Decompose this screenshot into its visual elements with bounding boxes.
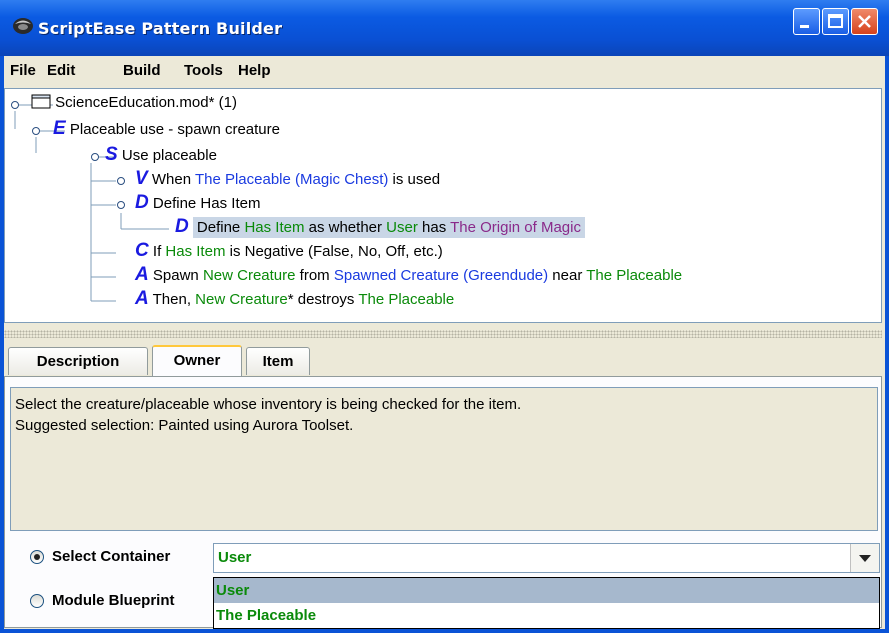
- action2-placeable: The Placeable: [358, 291, 455, 308]
- module-blueprint-label: Module Blueprint: [52, 592, 175, 609]
- condition-var: Has Item: [165, 243, 226, 260]
- description-text: Select the creature/placeable whose inve…: [10, 387, 878, 531]
- situation-icon: S: [105, 144, 118, 165]
- event-icon: V: [135, 168, 148, 189]
- event-target: The Placeable (Magic Chest): [194, 171, 389, 188]
- menu-edit[interactable]: Edit: [47, 62, 75, 79]
- tree-encounter[interactable]: E Placeable use - spawn creature: [53, 118, 280, 140]
- encounter-icon: E: [53, 118, 66, 139]
- window-title: ScriptEase Pattern Builder: [38, 19, 283, 38]
- action1-near: near: [548, 267, 587, 284]
- split-pane-divider[interactable]: [4, 330, 882, 338]
- define-pre: Define: [196, 219, 245, 236]
- maximize-button[interactable]: [822, 8, 849, 35]
- action2-new: New Creature: [195, 291, 288, 308]
- tab-owner[interactable]: Owner: [152, 345, 242, 377]
- select-container-label: Select Container: [52, 548, 171, 565]
- define-item: The Origin of Magic: [450, 219, 581, 236]
- menu-tools[interactable]: Tools: [184, 62, 223, 79]
- radio-unselected-icon[interactable]: [30, 594, 44, 608]
- action-icon: A: [135, 288, 149, 309]
- combo-dropdown-button[interactable]: [850, 544, 879, 572]
- tree-event[interactable]: V When The Placeable (Magic Chest) is us…: [135, 168, 440, 190]
- description-line-2: Suggested selection: Painted using Auror…: [15, 417, 354, 434]
- define-selected: Define Has Item as whether User has The …: [192, 217, 585, 238]
- situation-label: Use placeable: [121, 147, 217, 164]
- combo-option[interactable]: User: [214, 578, 879, 603]
- close-button[interactable]: [851, 8, 878, 35]
- define-who: User: [386, 219, 418, 236]
- menu-help[interactable]: Help: [238, 62, 271, 79]
- folder-icon: [31, 94, 51, 109]
- tree-action-spawn[interactable]: A Spawn New Creature from Spawned Creatu…: [135, 264, 682, 286]
- radio-selected-icon[interactable]: [30, 550, 44, 564]
- define-group-icon: D: [135, 192, 149, 213]
- encounter-label: Placeable use - spawn creature: [69, 121, 280, 138]
- menu-bar: File Edit Build Tools Help: [4, 56, 885, 86]
- action1-new: New Creature: [202, 267, 296, 284]
- combo-dropdown-list: User The Placeable: [213, 577, 880, 629]
- combo-option[interactable]: The Placeable: [214, 603, 879, 628]
- define-group-label: Define Has Item: [152, 195, 261, 212]
- condition-post: is Negative (False, No, Off, etc.): [225, 243, 443, 260]
- tree-define[interactable]: D Define Has Item as whether User has Th…: [175, 216, 585, 238]
- chevron-down-icon: [859, 555, 871, 562]
- condition-icon: C: [135, 240, 149, 261]
- menu-file[interactable]: File: [10, 62, 36, 79]
- action1-from: from: [295, 267, 334, 284]
- define-var: Has Item: [244, 219, 305, 236]
- title-bar[interactable]: ScriptEase Pattern Builder: [0, 0, 889, 56]
- define-has: has: [417, 219, 451, 236]
- tree-root-label: ScienceEducation.mod* (1): [55, 94, 237, 111]
- tree-situation[interactable]: S Use placeable: [105, 144, 217, 166]
- action1-placeable: The Placeable: [586, 267, 683, 284]
- tab-description[interactable]: Description: [8, 347, 148, 375]
- action1-spawned: Spawned Creature (Greendude): [333, 267, 549, 284]
- event-pre: When: [151, 171, 195, 188]
- app-icon: [13, 18, 33, 34]
- description-line-1: Select the creature/placeable whose inve…: [15, 396, 522, 413]
- define-mid: as whether: [304, 219, 387, 236]
- minimize-button[interactable]: [793, 8, 820, 35]
- combo-value: User: [218, 549, 252, 566]
- condition-pre: If: [152, 243, 166, 260]
- tab-item[interactable]: Item: [246, 347, 310, 375]
- tree-condition[interactable]: C If Has Item is Negative (False, No, Of…: [135, 240, 443, 262]
- action2-pre: Then,: [152, 291, 196, 308]
- tree-define-group[interactable]: D Define Has Item: [135, 192, 260, 214]
- action-icon: A: [135, 264, 149, 285]
- tree-root[interactable]: ScienceEducation.mod* (1): [31, 92, 237, 114]
- tab-strip: Description Owner Item: [4, 345, 882, 377]
- menu-build[interactable]: Build: [123, 62, 161, 79]
- action1-pre: Spawn: [152, 267, 203, 284]
- container-combo[interactable]: User: [213, 543, 880, 573]
- tree-action-destroy[interactable]: A Then, New Creature* destroys The Place…: [135, 288, 454, 310]
- event-post: is used: [388, 171, 441, 188]
- define-icon: D: [175, 216, 189, 237]
- action2-star: * destroys: [287, 291, 359, 308]
- pattern-tree[interactable]: ScienceEducation.mod* (1) E Placeable us…: [4, 88, 882, 323]
